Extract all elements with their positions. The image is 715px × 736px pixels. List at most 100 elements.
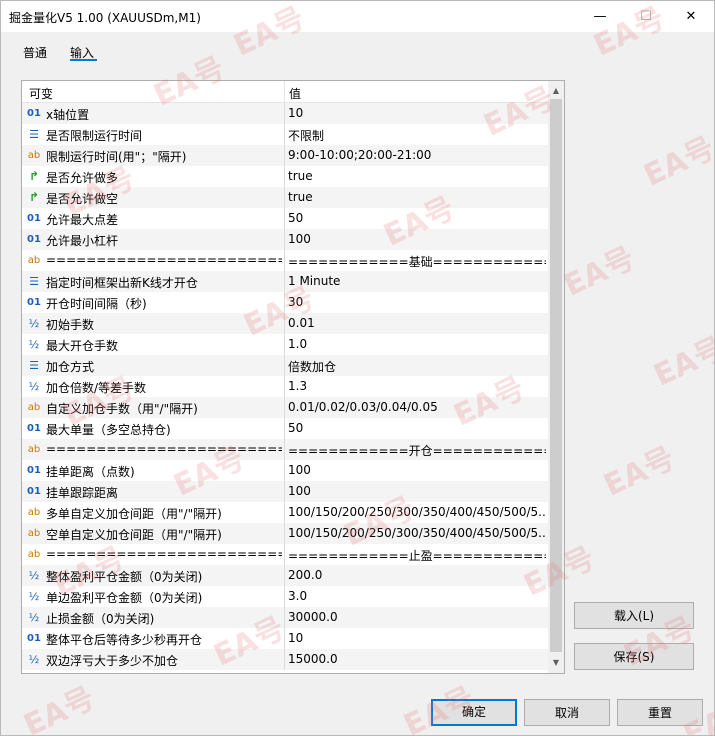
parameter-value[interactable]: 0.01 — [288, 316, 546, 330]
maximize-icon[interactable]: ☐ — [623, 1, 669, 32]
parameter-value[interactable]: 200.0 — [288, 568, 546, 582]
parameter-value[interactable]: 0.01/0.02/0.03/0.04/0.05 — [288, 400, 546, 414]
table-row[interactable]: ☰ 加仓方式 倍数加仓 — [22, 355, 548, 376]
parameter-value[interactable]: 100 — [288, 232, 546, 246]
parameter-value[interactable]: 100 — [288, 484, 546, 498]
parameter-name: ==============================... — [46, 547, 282, 561]
parameter-value[interactable]: 1.3 — [288, 379, 546, 393]
parameter-value[interactable]: 30000.0 — [288, 610, 546, 624]
table-row[interactable]: 01 开仓时间间隔（秒) 30 — [22, 292, 548, 313]
double-icon: ½ — [28, 338, 40, 351]
parameter-value[interactable]: ============基础============ — [288, 253, 546, 270]
parameter-value[interactable]: true — [288, 190, 546, 204]
parameter-value[interactable]: 50 — [288, 421, 546, 435]
parameter-name: 最大开仓手数 — [46, 339, 119, 353]
cancel-button[interactable]: 取消 — [524, 699, 610, 726]
table-row[interactable]: ab 限制运行时间(用"；"隔开) 9:00-10:00;20:00-21:00 — [22, 145, 548, 166]
column-header-variable[interactable]: 可变 — [29, 85, 53, 102]
tab-general[interactable]: 普通 — [23, 44, 47, 61]
parameter-value[interactable]: 10 — [288, 631, 546, 645]
parameter-value[interactable]: 30 — [288, 295, 546, 309]
table-row[interactable]: ½ 止损金额（0为关闭) 30000.0 — [22, 607, 548, 628]
integer-icon: 01 — [27, 633, 41, 644]
string-icon: ab — [27, 255, 41, 266]
input-dialog: 掘金量化V5 1.00 (XAUUSDm,M1) — ☐ ✕ 普通 输入 可变 … — [0, 0, 715, 736]
cell-divider — [284, 145, 285, 166]
table-row[interactable]: ½ 加仓倍数/等差手数 1.3 — [22, 376, 548, 397]
table-row[interactable]: 01 x轴位置 10 — [22, 103, 548, 124]
table-row[interactable]: ☰ 是否限制运行时间 不限制 — [22, 124, 548, 145]
cell-divider — [284, 376, 285, 397]
grid-header: 可变 值 — [22, 81, 548, 103]
table-row[interactable]: ↱ 是否允许做多 true — [22, 166, 548, 187]
column-header-value[interactable]: 值 — [289, 85, 301, 102]
scroll-thumb[interactable] — [550, 99, 562, 652]
cell-divider — [284, 166, 285, 187]
save-button[interactable]: 保存(S) — [574, 643, 694, 670]
parameter-name: 双边浮亏大于多少不加仓 — [46, 654, 179, 668]
cell-divider — [284, 271, 285, 292]
parameter-value[interactable]: 100/150/200/250/300/350/400/450/500/5... — [288, 505, 546, 519]
table-row[interactable]: ↱ 是否允许做空 true — [22, 187, 548, 208]
column-divider[interactable] — [284, 81, 285, 102]
table-row[interactable]: 01 最大单量（多空总持仓) 50 — [22, 418, 548, 439]
cell-divider — [284, 208, 285, 229]
parameter-value[interactable]: 15000.0 — [288, 652, 546, 666]
watermark-text: EA号 — [18, 680, 101, 736]
table-row[interactable]: 01 挂单距离（点数) 100 — [22, 460, 548, 481]
parameter-value[interactable]: 50 — [288, 211, 546, 225]
cell-divider — [284, 649, 285, 670]
double-icon: ½ — [28, 611, 40, 624]
table-row[interactable]: ab ==============================... =====… — [22, 250, 548, 271]
minimize-icon[interactable]: — — [577, 1, 623, 32]
parameter-value[interactable]: 3.0 — [288, 589, 546, 603]
table-row[interactable]: ab 空单自定义加仓间距（用"/"隔开) 100/150/200/250/300/3… — [22, 523, 548, 544]
load-button[interactable]: 载入(L) — [574, 602, 694, 629]
parameter-value[interactable]: 1.0 — [288, 337, 546, 351]
table-row[interactable]: 01 允许最大点差 50 — [22, 208, 548, 229]
scroll-down-icon[interactable]: ▼ — [548, 655, 564, 671]
cell-divider — [284, 229, 285, 250]
close-icon[interactable]: ✕ — [668, 1, 714, 32]
table-row[interactable]: ½ 单边盈利平仓金额（0为关闭) 3.0 — [22, 586, 548, 607]
cell-divider — [284, 439, 285, 460]
table-row[interactable]: 01 允许最小杠杆 100 — [22, 229, 548, 250]
table-row[interactable]: ½ 初始手数 0.01 — [22, 313, 548, 334]
parameter-value[interactable]: 100/150/200/250/300/350/400/450/500/5... — [288, 526, 546, 540]
parameter-value[interactable]: 9:00-10:00;20:00-21:00 — [288, 148, 546, 162]
table-row[interactable]: ab 自定义加仓手数（用"/"隔开) 0.01/0.02/0.03/0.04/0.0… — [22, 397, 548, 418]
parameter-value[interactable]: 倍数加仓 — [288, 358, 546, 375]
scroll-up-icon[interactable]: ▲ — [548, 83, 564, 99]
parameter-value[interactable]: 10 — [288, 106, 546, 120]
table-row[interactable]: ☰ 指定时间框架出新K线才开仓 1 Minute — [22, 271, 548, 292]
parameter-value[interactable]: ============开仓============ — [288, 442, 546, 459]
string-icon: ab — [27, 549, 41, 560]
parameter-value[interactable]: 不限制 — [288, 127, 546, 144]
parameter-name: 空单自定义加仓间距（用"/"隔开) — [46, 528, 222, 542]
cell-divider — [284, 586, 285, 607]
table-row[interactable]: ab 多单自定义加仓间距（用"/"隔开) 100/150/200/250/300/3… — [22, 502, 548, 523]
ok-button[interactable]: 确定 — [431, 699, 517, 726]
boolean-icon: ↱ — [28, 190, 40, 204]
watermark-text: EA号 — [598, 440, 681, 504]
vertical-scrollbar[interactable]: ▲ ▼ — [548, 81, 564, 673]
boolean-icon: ↱ — [28, 169, 40, 183]
tab-bar: 普通 输入 — [1, 39, 714, 65]
table-row[interactable]: 01 整体平仓后等待多少秒再开仓 10 — [22, 628, 548, 649]
parameter-name: ==============================... — [46, 442, 282, 456]
parameter-value[interactable]: 100 — [288, 463, 546, 477]
reset-button[interactable]: 重置 — [617, 699, 703, 726]
parameter-value[interactable]: true — [288, 169, 546, 183]
cell-divider — [284, 187, 285, 208]
table-row[interactable]: 01 挂单跟踪距离 100 — [22, 481, 548, 502]
table-row[interactable]: ab ==============================... =====… — [22, 544, 548, 565]
table-row[interactable]: ½ 双边浮亏大于多少不加仓 15000.0 — [22, 649, 548, 670]
parameter-name: 是否允许做多 — [46, 171, 119, 185]
parameter-name: 多单自定义加仓间距（用"/"隔开) — [46, 507, 222, 521]
cell-divider — [284, 313, 285, 334]
table-row[interactable]: ½ 整体盈利平仓金额（0为关闭) 200.0 — [22, 565, 548, 586]
parameter-value[interactable]: ============止盈============ — [288, 547, 546, 564]
table-row[interactable]: ab ==============================... =====… — [22, 439, 548, 460]
table-row[interactable]: ½ 最大开仓手数 1.0 — [22, 334, 548, 355]
parameter-value[interactable]: 1 Minute — [288, 274, 546, 288]
